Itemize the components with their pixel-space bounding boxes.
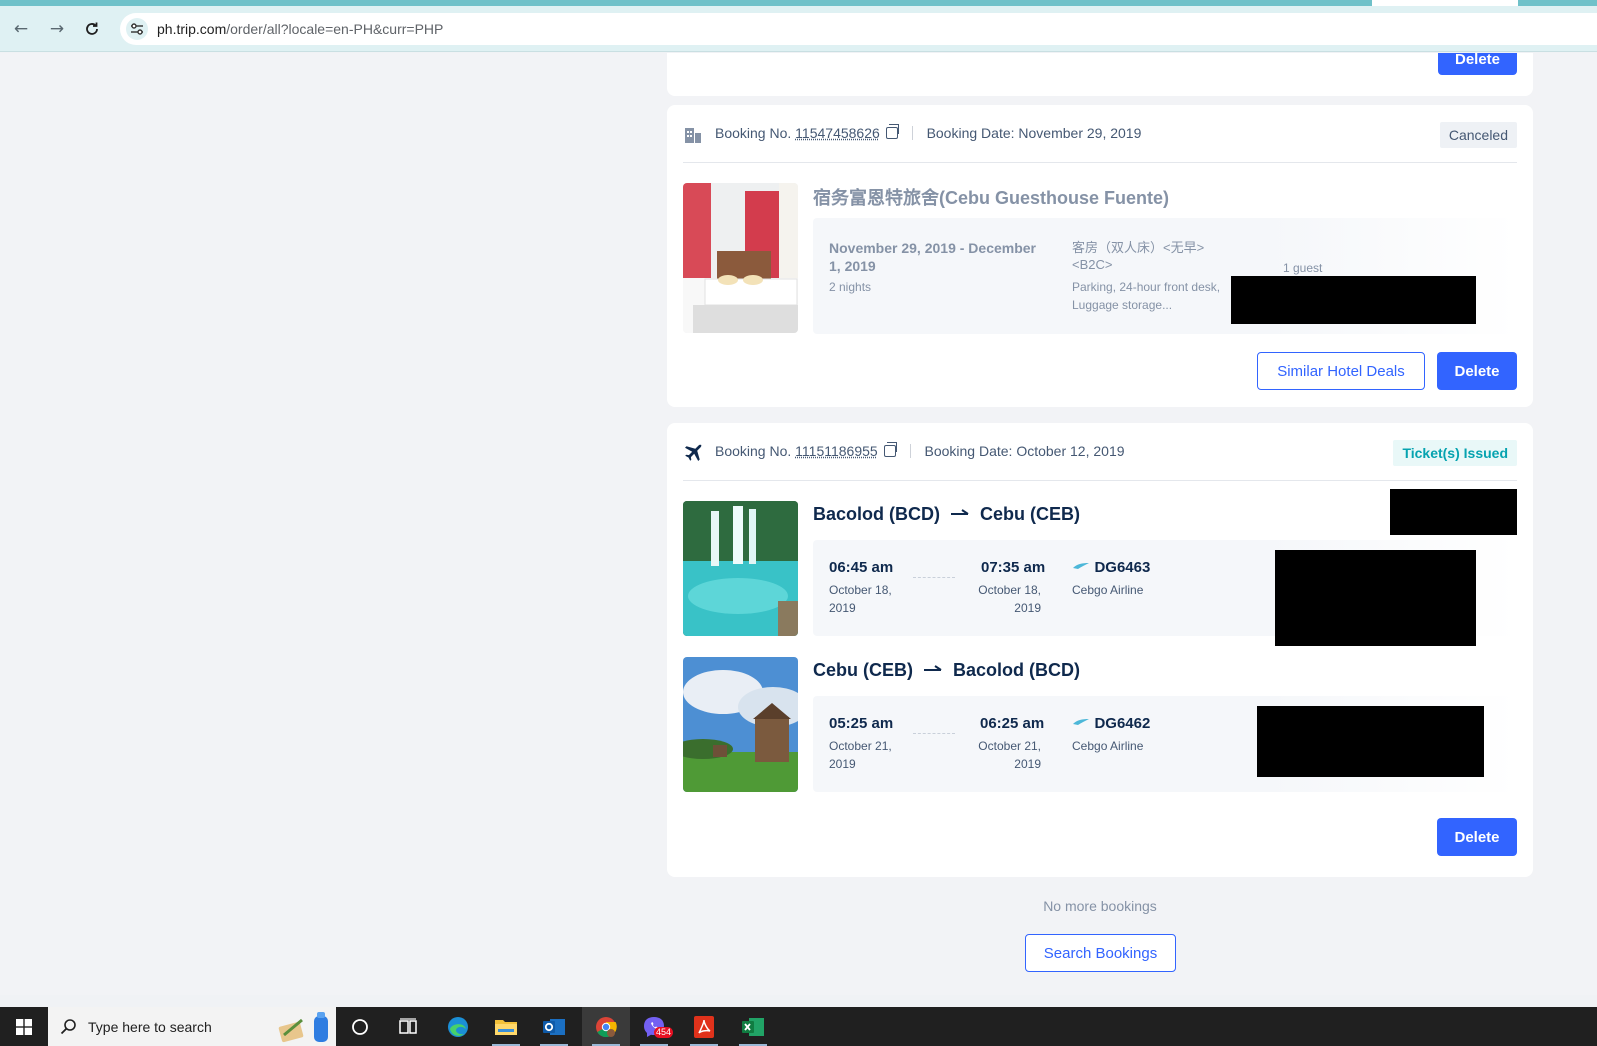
flight-route[interactable]: Bacolod (BCD) Cebu (CEB) (813, 504, 1080, 525)
airline-logo-icon (1073, 563, 1089, 569)
copy-icon[interactable] (885, 124, 899, 139)
viber-icon[interactable]: 454 (630, 1007, 678, 1046)
url-text[interactable]: ph.trip.com/order/all?locale=en-PH&curr=… (157, 21, 443, 37)
booking-no-label: Booking No. (715, 443, 792, 459)
search-placeholder: Type here to search (88, 1019, 212, 1035)
redacted-block (1390, 489, 1517, 535)
cortana-icon[interactable] (336, 1007, 384, 1046)
booking-header: Booking No. 11151186955 Booking Date: Oc… (683, 423, 1517, 481)
flight-number: DG6462 (1094, 715, 1151, 732)
notification-badge: 454 (654, 1027, 674, 1038)
flight-duration-line (913, 733, 955, 734)
route-origin: Cebu (CEB) (813, 660, 913, 680)
amenities: Parking, 24-hour front desk, Luggage sto… (1072, 280, 1221, 312)
room-type: 客房（双人床）<无早><B2C> (1072, 240, 1205, 272)
flight-route[interactable]: Cebu (CEB) Bacolod (BCD) (813, 660, 1080, 681)
arrival-date: October 21, 2019 (978, 739, 1041, 771)
nights: 2 nights (829, 280, 872, 294)
booking-date-label: Booking Date: (926, 125, 1015, 141)
previous-booking-card: Delete (667, 53, 1533, 96)
address-bar[interactable]: ph.trip.com/order/all?locale=en-PH&curr=… (120, 13, 1597, 45)
windows-start-icon[interactable] (0, 1007, 48, 1046)
chrome-icon[interactable] (582, 1007, 630, 1046)
similar-hotel-deals-button[interactable]: Similar Hotel Deals (1257, 352, 1425, 390)
departure-date: October 21, 2019 (829, 739, 892, 771)
arrival-time: 07:35 am (981, 559, 1046, 576)
departure-time: 06:45 am (829, 559, 894, 576)
acrobat-reader-icon[interactable] (680, 1007, 728, 1046)
route-destination: Bacolod (BCD) (953, 660, 1081, 680)
airline-logo-icon (1073, 719, 1089, 725)
booking-meta: Booking No. 11547458626 Booking Date: No… (715, 124, 1142, 141)
outlook-icon[interactable] (530, 1007, 578, 1046)
booking-no-label: Booking No. (715, 125, 792, 141)
booking-meta: Booking No. 11151186955 Booking Date: Oc… (715, 442, 1125, 459)
edge-browser-icon[interactable] (434, 1007, 482, 1046)
redacted-block (1231, 276, 1476, 324)
flight-booking-card: Booking No. 11151186955 Booking Date: Oc… (667, 423, 1533, 877)
flight-number-row: DG6462 (1072, 715, 1150, 733)
delete-button[interactable]: Delete (1437, 818, 1517, 856)
hotel-photo[interactable] (683, 183, 798, 333)
url-host: ph.trip.com (157, 21, 227, 37)
hotel-booking-card: Booking No. 11547458626 Booking Date: No… (667, 105, 1533, 407)
route-origin: Bacolod (BCD) (813, 504, 940, 524)
destination-photo-landscape[interactable] (683, 657, 798, 792)
divider (911, 126, 913, 140)
route-destination: Cebu (CEB) (980, 504, 1081, 524)
booking-date: October 12, 2019 (1016, 443, 1125, 459)
url-path: /order/all?locale=en-PH&curr=PHP (226, 21, 444, 37)
arrival-date: October 18, 2019 (978, 583, 1041, 615)
redacted-block (1257, 706, 1484, 777)
arrival-time: 06:25 am (980, 715, 1045, 732)
route-arrow-icon (951, 509, 969, 515)
redacted-block (1275, 550, 1476, 646)
booking-header: Booking No. 11547458626 Booking Date: No… (683, 105, 1517, 163)
flight-duration-line (913, 577, 955, 578)
stay-dates: November 29, 2019 - December 1, 2019 (829, 240, 1036, 274)
windows-taskbar: Type here to search 454 (0, 1007, 1597, 1046)
delete-button[interactable]: Delete (1438, 53, 1517, 75)
reload-icon[interactable] (81, 18, 103, 40)
flight-number: DG6463 (1094, 559, 1151, 576)
search-highlight-illustration-icon (278, 1012, 328, 1043)
task-view-icon[interactable] (384, 1007, 432, 1046)
delete-button[interactable]: Delete (1437, 352, 1517, 390)
back-icon[interactable]: ← (10, 18, 32, 40)
hotel-name[interactable]: 宿务富恩特旅舍(Cebu Guesthouse Fuente) (813, 184, 1169, 210)
booking-date-label: Booking Date: (924, 443, 1013, 459)
no-more-bookings: No more bookings (1043, 898, 1157, 914)
copy-icon[interactable] (883, 442, 897, 457)
status-badge: Ticket(s) Issued (1393, 440, 1517, 466)
excel-icon[interactable] (729, 1007, 777, 1046)
search-bookings-button[interactable]: Search Bookings (1025, 934, 1176, 972)
forward-icon[interactable]: → (46, 18, 68, 40)
departure-date: October 18, 2019 (829, 583, 892, 615)
status-badge: Canceled (1439, 122, 1517, 148)
orders-page: Delete Booking No. 11547458626 Booking D… (0, 53, 1597, 995)
search-icon (60, 1019, 76, 1035)
airline-name: Cebgo Airline (1072, 583, 1144, 597)
route-arrow-icon (924, 665, 942, 671)
guest-count: 1 guest (1283, 261, 1323, 275)
booking-number[interactable]: 11547458626 (795, 125, 880, 141)
flight-number-row: DG6463 (1072, 559, 1150, 577)
booking-date: November 29, 2019 (1018, 125, 1142, 141)
departure-time: 05:25 am (829, 715, 894, 732)
airplane-icon (685, 444, 702, 461)
hotel-icon (685, 128, 701, 143)
booking-number[interactable]: 11151186955 (795, 443, 878, 459)
divider (909, 444, 911, 458)
browser-toolbar: ← → ph.trip.com/order/all?locale=en-PH&c… (0, 6, 1597, 52)
taskbar-search-box[interactable]: Type here to search (48, 1007, 336, 1046)
site-settings-icon[interactable] (126, 18, 148, 40)
file-explorer-icon[interactable] (482, 1007, 530, 1046)
airline-name: Cebgo Airline (1072, 739, 1144, 753)
destination-photo-waterfall[interactable] (683, 501, 798, 636)
